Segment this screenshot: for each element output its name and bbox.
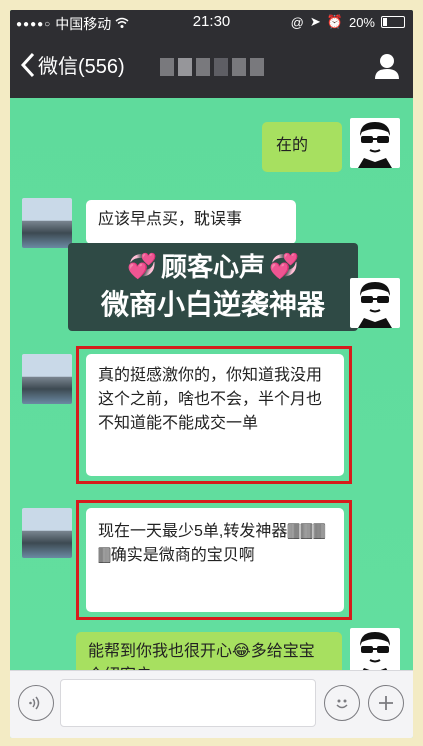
message-text: 应该早点买，耽误事 xyxy=(98,211,243,228)
hearts-icon: 💞 xyxy=(127,253,157,280)
message-input[interactable] xyxy=(60,679,316,727)
message-text: 真的挺感激你的，你知道我没用这个之前，啥也不会，半个月也不知道能不能成交一单 xyxy=(98,367,323,432)
smiley-icon xyxy=(336,699,348,709)
status-right: @ ➤ ⏰ 20% xyxy=(291,14,405,30)
more-button[interactable] xyxy=(368,685,404,721)
status-bar: ●●●●○ 中国移动 21:30 @ ➤ ⏰ 20% xyxy=(10,10,413,34)
avatar-self[interactable] xyxy=(350,118,400,168)
battery-percent: 20% xyxy=(348,14,375,30)
chat-area[interactable]: 在的 应该早点买，耽误事 💞 顾客心声 💞 微商小白逆袭神器 真的挺感激你的，你… xyxy=(10,98,413,686)
message-bubble-outgoing[interactable]: 在的 xyxy=(262,122,342,172)
back-label: 微信(556) xyxy=(38,56,125,78)
hearts-icon: 💞 xyxy=(269,253,299,280)
sunglasses-man-icon xyxy=(358,122,392,168)
emoji-button[interactable] xyxy=(324,685,360,721)
phone-screen: ●●●●○ 中国移动 21:30 @ ➤ ⏰ 20% 微信(556) 在的 应该… xyxy=(10,10,413,738)
avatar-contact[interactable] xyxy=(22,354,72,404)
avatar-contact[interactable] xyxy=(22,508,72,558)
message-bubble-incoming[interactable]: 应该早点买，耽误事 xyxy=(86,200,296,244)
message-bubble-incoming[interactable]: 真的挺感激你的，你知道我没用这个之前，啥也不会，半个月也不知道能不能成交一单 xyxy=(86,354,344,476)
chevron-left-icon xyxy=(20,52,35,77)
sunglasses-man-icon xyxy=(358,282,392,328)
voice-button[interactable] xyxy=(18,685,54,721)
promo-banner: 💞 顾客心声 💞 微商小白逆袭神器 xyxy=(68,243,358,331)
message-bubble-incoming[interactable]: 现在一天最少5单,转发神器🀫🀫🀫🀫确实是微商的宝贝啊 xyxy=(86,508,344,612)
back-button[interactable]: 微信(556) xyxy=(20,50,125,79)
person-icon[interactable] xyxy=(373,52,401,80)
promo-subtitle: 微商小白逆袭神器 xyxy=(100,289,325,320)
message-text: 现在一天最少5单,转发神器🀫🀫🀫🀫确实是微商的宝贝啊 xyxy=(98,523,326,564)
battery-fill xyxy=(383,18,387,26)
message-text: 在的 xyxy=(276,137,309,154)
alarm-icon: ⏰ xyxy=(326,14,343,29)
location-icon: ➤ xyxy=(309,14,321,29)
voice-icon xyxy=(29,696,40,710)
avatar-self[interactable] xyxy=(350,278,400,328)
avatar-contact[interactable] xyxy=(22,198,72,248)
plus-icon xyxy=(379,696,393,710)
chat-title-redacted xyxy=(160,58,264,76)
battery-icon xyxy=(381,16,405,28)
input-bar xyxy=(10,670,413,738)
promo-title: 顾客心声 xyxy=(160,252,265,282)
nav-bar: 微信(556) xyxy=(10,34,413,98)
lock-rotation-icon: @ xyxy=(290,14,304,30)
